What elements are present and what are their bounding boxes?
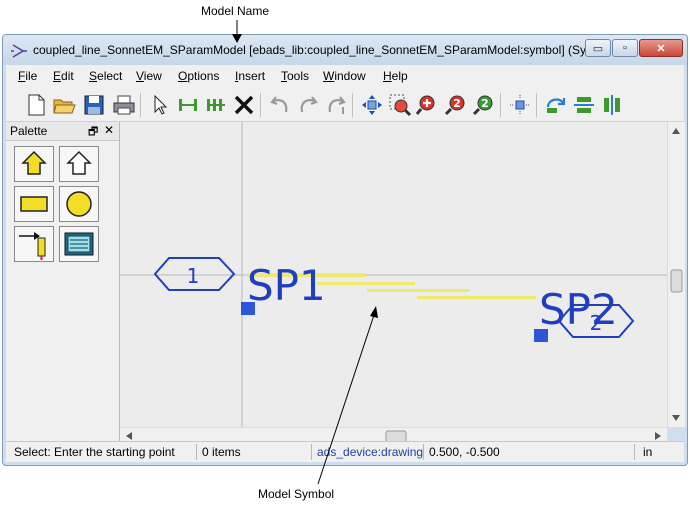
menu-insert[interactable]: Insert [235, 69, 265, 83]
status-bar: Select: Enter the starting point 0 items… [6, 441, 684, 462]
model-symbol-drawing: 1 SP1 2 SP2 [120, 122, 667, 427]
input-pin-icon [66, 150, 92, 175]
menu-edit[interactable]: Edit [53, 69, 74, 83]
app-window: coupled_line_SonnetEM_SParamModel [ebads… [2, 34, 688, 466]
undo-icon[interactable] [268, 93, 292, 117]
drawing-canvas[interactable]: 1 SP1 2 SP2 [120, 122, 667, 427]
select-arrow-icon[interactable] [148, 93, 172, 117]
delete-icon[interactable] [232, 93, 256, 117]
close-icon: ✕ [656, 42, 666, 55]
menu-window[interactable]: Window [323, 69, 366, 83]
vertical-scroll-thumb [670, 269, 683, 293]
palette-output-pin-button[interactable] [14, 146, 54, 182]
svg-text:2: 2 [481, 97, 489, 110]
menu-view[interactable]: View [136, 69, 162, 83]
svg-text:2: 2 [453, 97, 461, 110]
sp2-label: SP2 [539, 285, 618, 334]
zoom-area-icon[interactable] [388, 93, 412, 117]
menu-select[interactable]: Select [89, 69, 122, 83]
status-active-layer[interactable]: ads_device:drawing [317, 445, 423, 459]
title-bar[interactable]: coupled_line_SonnetEM_SParamModel [ebads… [3, 35, 687, 65]
move-icon[interactable] [360, 93, 384, 117]
palette-screen-button[interactable] [59, 226, 99, 262]
sp1-label: SP1 [247, 261, 326, 310]
circle-icon [66, 191, 92, 217]
close-button[interactable]: ✕ [639, 39, 683, 57]
palette-input-pin-button[interactable] [59, 146, 99, 182]
scroll-up-icon [672, 128, 680, 134]
zoom-out-icon[interactable]: 2 [472, 93, 496, 117]
save-icon[interactable] [82, 93, 106, 117]
port-1-number: 1 [187, 264, 200, 288]
output-pin-icon [21, 150, 47, 175]
insert-wire-icon[interactable] [176, 93, 200, 117]
screen-icon [64, 232, 94, 256]
zoom-in-icon[interactable] [416, 93, 440, 117]
vertical-scrollbar[interactable] [667, 122, 685, 427]
zoom-x2-icon[interactable]: 2 [444, 93, 468, 117]
mirror-y-icon[interactable] [600, 93, 624, 117]
menu-tools[interactable]: Tools [281, 69, 309, 83]
palette-rectangle-button[interactable] [14, 186, 54, 222]
palette-header[interactable]: Palette 🗗 ✕ [6, 122, 119, 141]
status-coordinates: 0.500, -0.500 [429, 445, 500, 459]
palette-panel: Palette 🗗 ✕ [6, 122, 120, 441]
model-name-callout: Model Name [201, 4, 270, 18]
float-panel-icon[interactable]: 🗗 [88, 123, 98, 142]
snap-icon[interactable] [508, 93, 532, 117]
menu-file[interactable]: File [18, 69, 37, 83]
menu-options[interactable]: Options [178, 69, 219, 83]
palette-insert-port-button[interactable] [14, 226, 54, 262]
scroll-right-icon [655, 432, 661, 440]
restore-icon: ▫ [623, 42, 627, 54]
rotate-icon[interactable] [544, 93, 568, 117]
repeat-icon[interactable] [324, 93, 348, 117]
insert-port-icon [19, 232, 46, 260]
window-title: coupled_line_SonnetEM_SParamModel [ebads… [33, 43, 596, 57]
status-item-count: 0 items [202, 445, 241, 459]
insert-pins-icon[interactable] [204, 93, 228, 117]
model-symbol-callout: Model Symbol [258, 487, 335, 501]
scroll-left-icon [126, 432, 132, 440]
rectangle-icon [20, 196, 48, 212]
close-panel-icon[interactable]: ✕ [104, 123, 114, 137]
menu-help[interactable]: Help [383, 69, 408, 83]
status-units: in [643, 445, 653, 459]
palette-circle-button[interactable] [59, 186, 99, 222]
palette-title: Palette [10, 124, 48, 138]
mirror-x-icon[interactable] [572, 93, 596, 117]
open-icon[interactable] [52, 93, 76, 117]
minimize-icon: ▭ [592, 42, 604, 55]
minimize-button[interactable]: ▭ [585, 39, 611, 57]
scroll-down-icon [672, 415, 680, 421]
status-prompt: Select: Enter the starting point [14, 445, 175, 459]
app-symbol-icon [11, 44, 27, 58]
restore-button[interactable]: ▫ [612, 39, 638, 57]
new-icon[interactable] [24, 93, 48, 117]
menu-bar: File Edit Select View Options Insert Too… [6, 65, 684, 88]
toolbar: 2 2 [6, 87, 684, 122]
print-icon[interactable] [112, 93, 136, 117]
redo-icon[interactable] [296, 93, 320, 117]
